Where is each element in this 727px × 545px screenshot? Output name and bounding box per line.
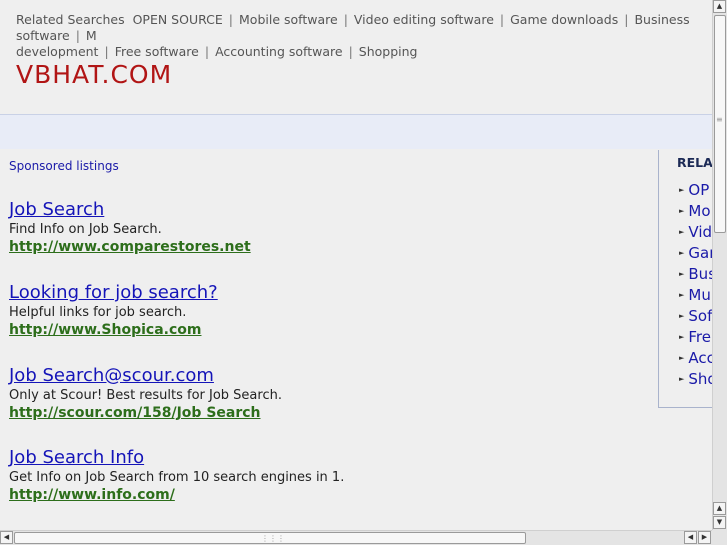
grip-icon: ≡	[716, 115, 723, 124]
listing-url[interactable]: http://www.info.com/	[9, 486, 609, 504]
listing-title[interactable]: Job Search@scour.com	[9, 365, 609, 387]
horizontal-scroll-thumb[interactable]: ⋮⋮⋮	[14, 532, 526, 544]
related-searches-nav: Related Searches OPEN SOURCE | Mobile soft…	[16, 12, 690, 59]
arrow-icon: ►	[679, 333, 685, 341]
nav-link-truncated[interactable]: M	[86, 28, 97, 43]
scrollbar-corner	[712, 530, 727, 545]
scroll-right-button[interactable]: ▶	[698, 531, 711, 544]
nav-link-accounting-software[interactable]: Accounting software	[215, 44, 342, 59]
listing-description: Only at Scour! Best results for Job Sear…	[9, 388, 282, 403]
listing-url[interactable]: http://www.Shopica.com	[9, 321, 609, 339]
arrow-icon: ►	[679, 249, 685, 257]
listing-url[interactable]: http://www.comparestores.net	[9, 238, 609, 256]
site-logo[interactable]: VBHAT.COM	[16, 60, 172, 89]
listing-title[interactable]: Job Search Info	[9, 447, 609, 469]
sidebar-item[interactable]: ► Vid	[679, 222, 712, 243]
horizontal-scrollbar[interactable]: ◀ ⋮⋮⋮ ◀ ▶	[0, 530, 712, 545]
sidebar-item[interactable]: ► Sof	[679, 306, 712, 327]
nav-link-open-source[interactable]: OPEN SOURCE	[133, 12, 223, 27]
sponsored-listings-label[interactable]: Sponsored listings	[9, 159, 119, 173]
header-bar	[0, 114, 712, 149]
grip-icon: ⋮⋮⋮	[261, 534, 285, 543]
arrow-icon: ►	[679, 270, 685, 278]
nav-link-game-downloads[interactable]: Game downloads	[510, 12, 618, 27]
sidebar-item[interactable]: ► Mu	[679, 285, 712, 306]
listing-description: Get Info on Job Search from 10 search en…	[9, 470, 345, 485]
arrow-icon: ►	[679, 207, 685, 215]
arrow-icon: ►	[679, 312, 685, 320]
nav-link-development[interactable]: development	[16, 44, 98, 59]
arrow-icon: ►	[679, 354, 685, 362]
sidebar-item[interactable]: ►Gar	[679, 243, 712, 264]
nav-link-mobile-software[interactable]: Mobile software	[239, 12, 338, 27]
sidebar-item[interactable]: ► Mo	[679, 201, 712, 222]
listing-item: Looking for job search? Helpful links fo…	[9, 282, 609, 339]
arrow-icon: ►	[679, 375, 685, 383]
sidebar-item[interactable]: ►Bus	[679, 264, 712, 285]
related-searches-label: Related Searches	[16, 12, 125, 27]
nav-link-video-editing[interactable]: Video editing software	[354, 12, 494, 27]
scroll-up-button-lower[interactable]: ▲	[713, 502, 726, 515]
scroll-up-button[interactable]: ▲	[713, 0, 726, 13]
listing-item: Job Search@scour.com Only at Scour! Best…	[9, 365, 609, 422]
vertical-scroll-thumb[interactable]: ≡	[714, 15, 726, 233]
page-viewport: Related Searches OPEN SOURCE | Mobile soft…	[0, 0, 712, 530]
scroll-down-button[interactable]: ▼	[713, 516, 726, 529]
arrow-icon: ►	[679, 291, 685, 299]
listing-description: Helpful links for job search.	[9, 305, 187, 320]
vertical-scrollbar[interactable]: ▲ ≡ ▲ ▼	[712, 0, 727, 530]
listing-item: Job Search Find Info on Job Search. http…	[9, 199, 609, 256]
sidebar-item[interactable]: ► OP	[679, 180, 712, 201]
sidebar-heading: RELA	[677, 155, 712, 170]
sidebar-list: ►OP ►Mo ►Vid ►Gar ►Bus ►Mu ►Sof ►Fre ►Ac…	[679, 180, 712, 390]
nav-link-shopping[interactable]: Shopping	[359, 44, 418, 59]
arrow-icon: ►	[679, 228, 685, 236]
listing-description: Find Info on Job Search.	[9, 222, 162, 237]
listing-title[interactable]: Looking for job search?	[9, 282, 609, 304]
sidebar-item[interactable]: ► Acc	[679, 348, 712, 369]
scroll-left-button-right[interactable]: ◀	[684, 531, 697, 544]
related-sidebar: RELA ►OP ►Mo ►Vid ►Gar ►Bus ►Mu ►Sof ►Fr…	[658, 150, 712, 408]
scroll-left-button[interactable]: ◀	[0, 531, 13, 544]
listing-title[interactable]: Job Search	[9, 199, 609, 221]
sidebar-item[interactable]: ► Fre	[679, 327, 712, 348]
nav-link-free-software[interactable]: Free software	[115, 44, 199, 59]
listing-item: Job Search Info Get Info on Job Search f…	[9, 447, 609, 504]
arrow-icon: ►	[679, 186, 685, 194]
sidebar-item[interactable]: ►Sho	[679, 369, 712, 390]
listing-url[interactable]: http://scour.com/158/Job Search	[9, 404, 609, 422]
